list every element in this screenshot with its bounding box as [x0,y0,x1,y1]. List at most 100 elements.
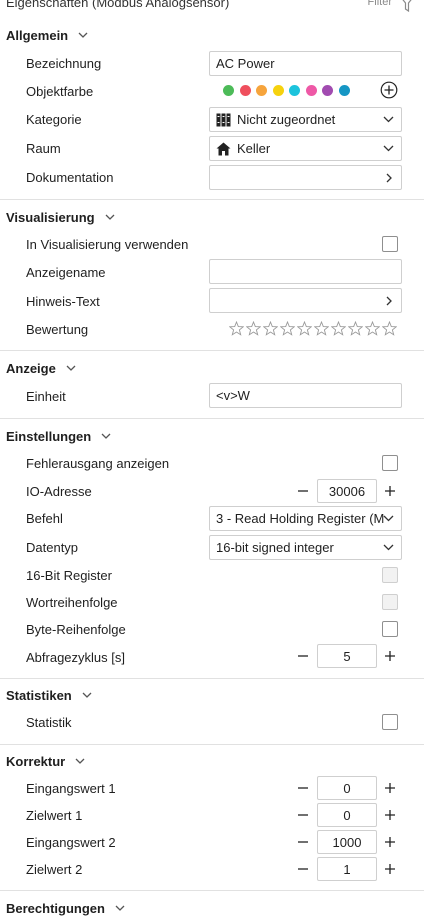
category-icon [216,113,231,126]
visualisierung-verwenden-checkbox[interactable] [382,236,398,252]
section-visualisierung-header[interactable]: Visualisierung [6,210,115,225]
chevron-right-icon [386,173,392,183]
minus-icon[interactable] [296,862,310,876]
rating-stars[interactable] [229,321,397,336]
einheit-label: Einheit [26,389,66,404]
section-divider [0,199,424,200]
color-swatch[interactable] [272,85,284,96]
section-allgemein-header[interactable]: Allgemein [6,28,88,43]
minus-icon[interactable] [296,649,310,663]
bewertung-label: Bewertung [26,322,89,337]
section-divider [0,418,424,419]
plus-icon[interactable] [383,835,397,849]
star-icon[interactable] [246,321,261,336]
section-divider [0,890,424,891]
color-swatch[interactable] [338,85,350,96]
star-icon[interactable] [382,321,397,336]
chevron-down-icon [105,214,115,220]
star-icon[interactable] [229,321,244,336]
register16-checkbox [382,567,398,583]
minus-icon[interactable] [296,484,310,498]
chevron-down-icon [383,544,394,551]
kategorie-label: Kategorie [26,112,82,127]
panel-title: Eigenschaften (Modbus Analogsensor) [6,0,230,10]
bezeichnung-input[interactable]: AC Power [209,51,402,76]
add-color-icon[interactable] [380,81,398,99]
chevron-down-icon [383,116,394,123]
minus-icon[interactable] [296,781,310,795]
filter-label[interactable]: Filter [368,0,392,8]
chevron-down-icon [66,365,76,371]
hinweis-text-field[interactable] [209,288,402,313]
filter-icon[interactable] [399,0,415,13]
properties-header: Eigenschaften (Modbus Analogsensor) Filt… [0,0,424,14]
plus-icon[interactable] [383,649,397,663]
bezeichnung-label: Bezeichnung [26,56,102,71]
chevron-down-icon [78,32,88,38]
einheit-input[interactable]: <v>W [209,383,402,408]
plus-icon[interactable] [383,808,397,822]
star-icon[interactable] [314,321,329,336]
section-einstellungen-header[interactable]: Einstellungen [6,429,111,444]
befehl-label: Befehl [26,511,63,526]
color-swatch[interactable] [289,85,300,96]
eingangswert2-input[interactable]: 1000 [317,830,377,854]
register16-label: 16-Bit Register [26,568,112,583]
objektfarbe-label: Objektfarbe [26,84,94,99]
minus-icon[interactable] [296,835,310,849]
color-swatch[interactable] [223,85,234,96]
zielwert1-label: Zielwert 1 [26,808,83,823]
eingangswert2-label: Eingangswert 2 [26,835,116,850]
color-swatch[interactable] [239,85,251,96]
minus-icon[interactable] [296,808,310,822]
house-icon [216,142,231,155]
star-icon[interactable] [280,321,295,336]
statistik-label: Statistik [26,715,72,730]
color-swatch[interactable] [305,85,317,96]
bytereihenfolge-checkbox[interactable] [382,621,398,637]
fehlerausgang-checkbox[interactable] [382,455,398,471]
bytereihenfolge-label: Byte-Reihenfolge [26,622,126,637]
eingangswert1-label: Eingangswert 1 [26,781,116,796]
star-icon[interactable] [263,321,278,336]
zielwert2-input[interactable]: 1 [317,857,377,881]
kategorie-value: Nicht zugeordnet [237,112,336,127]
plus-icon[interactable] [383,484,397,498]
chevron-down-icon [75,758,85,764]
star-icon[interactable] [365,321,380,336]
section-title: Anzeige [6,361,56,376]
plus-icon[interactable] [383,862,397,876]
hinweis-text-label: Hinweis-Text [26,294,100,309]
wortreihenfolge-checkbox [382,594,398,610]
raum-select[interactable]: Keller [209,136,402,161]
statistik-checkbox[interactable] [382,714,398,730]
befehl-value: 3 - Read Holding Register (M [216,511,384,526]
section-anzeige-header[interactable]: Anzeige [6,361,76,376]
dokumentation-field[interactable] [209,165,402,190]
star-icon[interactable] [348,321,363,336]
befehl-select[interactable]: 3 - Read Holding Register (M [209,506,402,531]
zielwert1-input[interactable]: 0 [317,803,377,827]
kategorie-select[interactable]: Nicht zugeordnet [209,107,402,132]
eingangswert1-input[interactable]: 0 [317,776,377,800]
anzeigename-input[interactable] [209,259,402,284]
raum-value: Keller [237,141,271,156]
chevron-down-icon [101,433,111,439]
star-icon[interactable] [297,321,312,336]
color-swatch[interactable] [322,85,333,96]
star-icon[interactable] [331,321,346,336]
plus-icon[interactable] [383,781,397,795]
raum-label: Raum [26,141,61,156]
section-statistiken-header[interactable]: Statistiken [6,688,92,703]
chevron-down-icon [383,145,394,152]
abfragezyklus-input[interactable]: 5 [317,644,377,668]
section-divider [0,744,424,745]
datentyp-select[interactable]: 16-bit signed integer [209,535,402,560]
section-berechtigungen-header[interactable]: Berechtigungen [6,901,125,916]
color-swatch[interactable] [256,85,267,96]
fehlerausgang-label: Fehlerausgang anzeigen [26,456,170,471]
section-korrektur-header[interactable]: Korrektur [6,754,85,769]
io-adresse-input[interactable]: 30006 [317,479,377,503]
section-title: Berechtigungen [6,901,105,916]
zielwert2-label: Zielwert 2 [26,862,83,877]
